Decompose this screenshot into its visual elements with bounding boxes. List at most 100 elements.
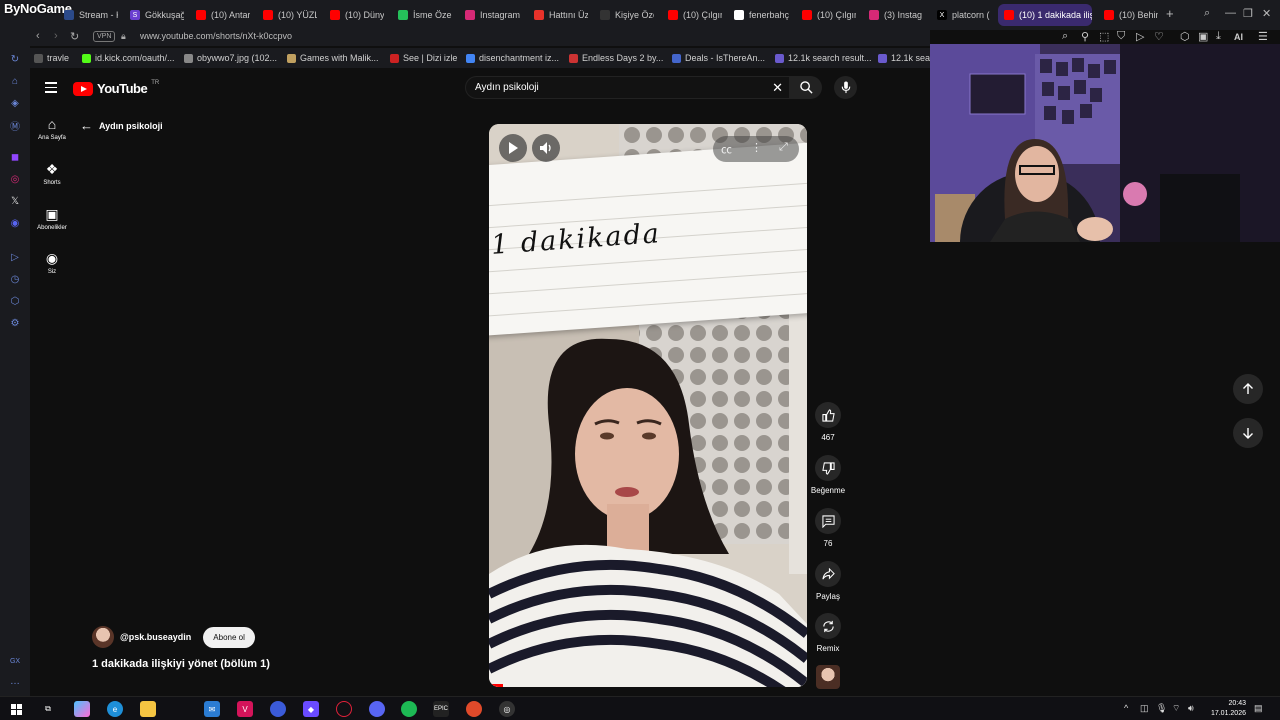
ai-button[interactable]: AI xyxy=(1234,32,1243,42)
volume-button[interactable] xyxy=(532,134,560,162)
sidebar-x-icon[interactable]: 𝕏 xyxy=(8,194,22,208)
nav-item-home[interactable]: ⌂ Ana Sayfa xyxy=(32,116,72,141)
browser-tab[interactable]: Hattını Üz xyxy=(528,4,588,26)
browser-tab[interactable]: (10) YÜZL xyxy=(257,4,317,26)
minimize-icon[interactable]: — xyxy=(1225,7,1236,19)
clear-search-icon[interactable]: ✕ xyxy=(772,80,783,96)
search-button[interactable] xyxy=(790,76,822,99)
sidebar-extensions-icon[interactable]: ⬡ xyxy=(8,294,22,308)
share-button[interactable] xyxy=(815,561,841,587)
browser-tab[interactable]: (3) Instag xyxy=(863,4,923,26)
sidebar-discord-icon[interactable]: ◉ xyxy=(8,216,22,230)
tray-chevron-icon[interactable]: ^ xyxy=(1124,703,1128,713)
sound-thumbnail[interactable] xyxy=(816,665,840,689)
dislike-button[interactable] xyxy=(815,455,841,481)
browser-tab[interactable]: İsme Özel xyxy=(392,4,452,26)
sidebar-settings-icon[interactable]: ⚙ xyxy=(8,316,22,330)
windows-start-icon[interactable] xyxy=(8,701,24,717)
bookmark-item[interactable]: 12.1k searc xyxy=(878,53,938,63)
task-view-icon[interactable]: ⧉ xyxy=(40,701,56,717)
bookmark-item[interactable]: travle xyxy=(34,53,69,63)
browser-tab[interactable]: Instagram xyxy=(459,4,523,26)
new-tab-button[interactable]: + xyxy=(1166,6,1174,21)
extensions-icon[interactable]: ⬡ xyxy=(1180,30,1190,43)
mail-icon[interactable]: ✉ xyxy=(204,701,220,717)
wallet-icon[interactable]: ▣ xyxy=(1198,30,1208,43)
screenshot-icon[interactable]: ⬚ xyxy=(1099,30,1109,43)
sidebar-refresh-icon[interactable]: ↻ xyxy=(8,52,22,66)
discord-icon[interactable] xyxy=(369,701,385,717)
network-icon[interactable]: ⌔ xyxy=(1172,703,1180,714)
bookmark-item[interactable]: obywwo7.jpg (102... xyxy=(184,53,277,63)
sidebar-player-icon[interactable]: ▷ xyxy=(8,250,22,264)
forward-nav-icon[interactable]: › xyxy=(54,30,58,42)
browser-tab[interactable]: (10) Behin xyxy=(1098,4,1158,26)
bookmark-item[interactable]: disenchantment iz... xyxy=(466,53,559,63)
subscribe-button[interactable]: Abone ol xyxy=(203,626,255,648)
bookmark-item[interactable]: See | Dizi izle xyxy=(390,53,457,63)
channel-avatar[interactable] xyxy=(92,626,114,648)
play-button[interactable] xyxy=(499,134,527,162)
previous-short-button[interactable] xyxy=(1233,374,1263,404)
reload-icon[interactable]: ↻ xyxy=(70,30,79,43)
channel-name[interactable]: @psk.buseaydin xyxy=(120,632,191,642)
sidebar-more-icon[interactable]: … xyxy=(8,674,22,688)
lock-icon[interactable]: 🔒︎ xyxy=(121,31,126,42)
search-box[interactable]: Aydın psikoloji ✕ xyxy=(465,76,790,99)
back-to-search[interactable]: ← Aydın psikoloji xyxy=(80,118,163,133)
sidebar-twitch-icon[interactable]: ◼ xyxy=(8,150,22,164)
app-v-icon[interactable]: V xyxy=(237,701,253,717)
app-diamond-icon[interactable]: ◆ xyxy=(303,701,319,717)
heart-icon[interactable]: ♡ xyxy=(1154,30,1164,43)
volume-tray-icon[interactable]: 🔊︎ xyxy=(1188,703,1194,714)
browser-tab[interactable]: (10) 1 dakikada ilişk xyxy=(998,4,1092,26)
browser-tab[interactable]: (10) Çılgın xyxy=(662,4,722,26)
notifications-icon[interactable]: ▤ xyxy=(1254,703,1263,714)
bookmark-item[interactable]: Deals - IsThereAn... xyxy=(672,53,765,63)
copilot-icon[interactable] xyxy=(74,701,90,717)
voice-search-button[interactable] xyxy=(834,76,857,99)
app-blue-icon[interactable] xyxy=(270,701,286,717)
file-explorer-icon[interactable] xyxy=(140,701,156,717)
edge-icon[interactable]: e xyxy=(107,701,123,717)
bookmark-item[interactable]: id.kick.com/oauth/... xyxy=(82,53,175,63)
opera-gx-icon[interactable] xyxy=(336,701,352,717)
sidebar-aria-icon[interactable]: ⌂ xyxy=(8,74,22,88)
browser-tab[interactable]: (10) Düny xyxy=(324,4,384,26)
browser-tab[interactable]: S Gökkuşağ xyxy=(124,4,184,26)
app-red-icon[interactable] xyxy=(466,701,482,717)
next-short-button[interactable] xyxy=(1233,418,1263,448)
tray-mic-icon[interactable]: 🎙︎ xyxy=(1156,703,1167,714)
back-nav-icon[interactable]: ‹ xyxy=(36,30,40,42)
search-input[interactable]: Aydın psikoloji xyxy=(475,82,539,93)
nav-item-subscriptions[interactable]: ▣ Abonelikler xyxy=(32,206,72,231)
system-clock[interactable]: 20:43 17.01.2026 xyxy=(1200,699,1246,719)
download-icon[interactable]: ⤓ xyxy=(1216,30,1221,43)
comments-button[interactable] xyxy=(815,508,841,534)
like-button[interactable] xyxy=(815,402,841,428)
browser-tab[interactable]: Kişiye Öze xyxy=(594,4,654,26)
sidebar-gx-icon[interactable]: GX xyxy=(8,654,22,668)
pin-icon[interactable]: ⚲ xyxy=(1081,30,1089,43)
captions-icon[interactable]: ㏄ xyxy=(721,141,732,157)
url-field[interactable]: www.youtube.com/shorts/nXt-k0ccpvo xyxy=(140,31,292,41)
browser-tab[interactable]: (10) Çılgın xyxy=(796,4,856,26)
bookmark-item[interactable]: Endless Days 2 by... xyxy=(569,53,663,63)
spotify-icon[interactable] xyxy=(401,701,417,717)
vpn-badge[interactable]: VPN xyxy=(93,31,116,42)
search-tabs-icon[interactable]: ⌕ xyxy=(1204,7,1210,20)
sidebar-history-icon[interactable]: ◷ xyxy=(8,272,22,286)
shorts-video-player[interactable]: 1 dakikada ㏄ ⋮ ⤢ xyxy=(489,124,807,687)
maximize-icon[interactable]: ❐ xyxy=(1243,7,1253,20)
browser-tab[interactable]: Xplatcorn ( xyxy=(931,4,991,26)
nav-item-you[interactable]: ◉ Siz xyxy=(32,250,72,275)
more-options-icon[interactable]: ⋮ xyxy=(751,141,762,154)
video-title[interactable]: 1 dakikada ilişkiyi yönet (bölüm 1) xyxy=(92,658,270,670)
browser-tab[interactable]: fenerbahç xyxy=(728,4,790,26)
zoom-icon[interactable]: ⌕ xyxy=(1062,30,1068,43)
nav-item-shorts[interactable]: ❖ Shorts xyxy=(32,161,72,186)
progress-bar[interactable] xyxy=(489,684,503,687)
sidebar-instagram-icon[interactable]: ◎ xyxy=(8,172,22,186)
sidebar-wallet-icon[interactable]: ◈ xyxy=(8,96,22,110)
bookmark-item[interactable]: 12.1k search result... xyxy=(775,53,872,63)
